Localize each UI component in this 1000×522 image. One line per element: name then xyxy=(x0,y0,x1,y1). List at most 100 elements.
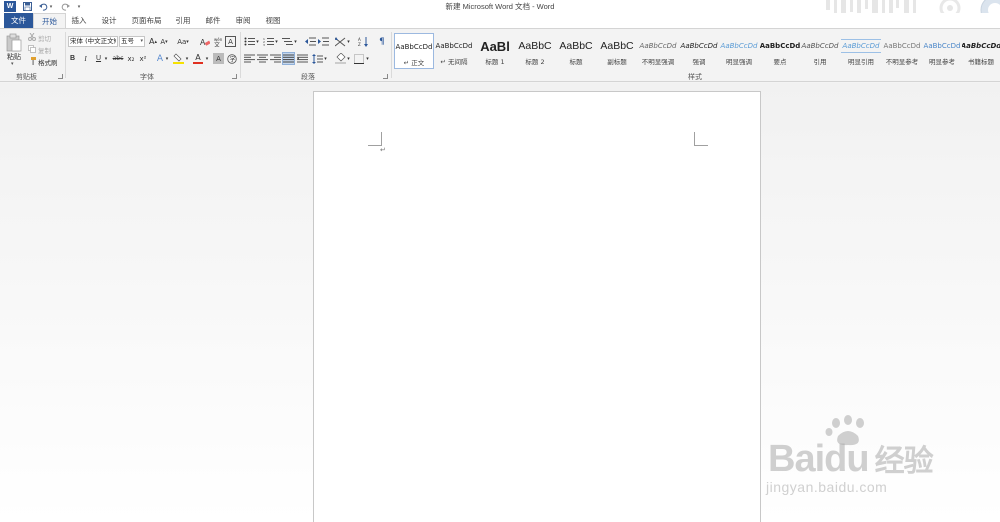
highlight-icon[interactable] xyxy=(172,53,184,64)
style-title[interactable]: AaBbC 标题 xyxy=(556,33,596,69)
style-book-title[interactable]: AaBbCcDd 书籍标题 xyxy=(962,33,1000,69)
format-painter-label[interactable]: 格式刷 xyxy=(38,57,58,67)
style-name: 书籍标题 xyxy=(968,58,994,66)
underline-dropdown-icon[interactable]: ▾ xyxy=(103,53,109,64)
numbering-icon[interactable]: 123 xyxy=(262,36,274,47)
clipboard-launcher-icon[interactable] xyxy=(58,74,63,79)
style-subtitle[interactable]: AaBbC 副标题 xyxy=(597,33,637,69)
style-heading-1[interactable]: AaBl 标题 1 xyxy=(475,33,515,69)
align-center-icon[interactable] xyxy=(256,53,268,64)
character-shading-icon[interactable]: A xyxy=(213,53,224,64)
change-case-icon: Aa xyxy=(177,37,187,46)
font-size-value: 五号 xyxy=(121,37,134,45)
tab-page-layout[interactable]: 页面布局 xyxy=(130,13,163,28)
margin-corner-mark xyxy=(694,132,708,146)
paste-label[interactable]: 粘贴 xyxy=(7,52,21,62)
tab-review[interactable]: 审阅 xyxy=(233,13,253,28)
watermark-url: jingyan.baidu.com xyxy=(766,479,888,495)
paste-icon[interactable] xyxy=(5,32,23,52)
style-heading-2[interactable]: AaBbC 标题 2 xyxy=(515,33,555,69)
change-case-button[interactable]: Aa ▾ xyxy=(174,36,192,47)
grow-font-button[interactable]: A ▴ xyxy=(148,36,158,47)
tab-design[interactable]: 设计 xyxy=(99,13,119,28)
style-sample: AaBbCcDd xyxy=(639,42,677,50)
style-intense-reference[interactable]: AaBbCcDd 明显参考 xyxy=(922,33,962,69)
font-name-select[interactable]: 宋体 (中文正文) ▾ xyxy=(68,36,118,47)
styles-group-label: 样式 xyxy=(688,73,702,81)
shrink-font-button[interactable]: A ▾ xyxy=(159,36,169,47)
text-effects-dropdown-icon[interactable]: ▾ xyxy=(164,53,170,64)
style-no-spacing[interactable]: AaBbCcDd ↵ 无间隔 xyxy=(434,33,474,69)
style-intense-emphasis[interactable]: AaBbCcDd 明显强调 xyxy=(719,33,759,69)
clear-formatting-icon[interactable]: A xyxy=(199,36,210,47)
style-name: ↵ 正文 xyxy=(403,59,425,67)
character-border-icon[interactable]: A xyxy=(225,36,236,47)
bullets-dropdown-icon[interactable]: ▾ xyxy=(255,36,260,47)
cut-label[interactable]: 剪切 xyxy=(38,33,51,43)
copy-label[interactable]: 复制 xyxy=(38,45,51,55)
chinese-layout-icon[interactable] xyxy=(334,36,346,47)
line-spacing-dropdown-icon[interactable]: ▾ xyxy=(323,53,328,64)
format-painter-icon[interactable] xyxy=(28,57,36,65)
paragraph-group-label: 段落 xyxy=(301,73,315,81)
numbering-dropdown-icon[interactable]: ▾ xyxy=(274,36,279,47)
bullets-icon[interactable] xyxy=(243,36,255,47)
font-launcher-icon[interactable] xyxy=(232,74,237,79)
watermark-brand-text-2: du xyxy=(824,438,869,480)
strikethrough-button[interactable]: abc xyxy=(111,53,125,64)
tab-references[interactable]: 引用 xyxy=(173,13,193,28)
show-hide-marks-icon[interactable]: ¶ xyxy=(376,36,388,47)
line-spacing-icon[interactable] xyxy=(311,53,323,64)
style-name: 标题 2 xyxy=(525,58,545,66)
style-subtle-emphasis[interactable]: AaBbCcDd 不明显强调 xyxy=(638,33,678,69)
style-emphasis[interactable]: AaBbCcDd 强调 xyxy=(679,33,719,69)
multilevel-list-icon[interactable] xyxy=(281,36,293,47)
phonetic-guide-icon[interactable]: wén 文 xyxy=(212,36,223,47)
font-color-dropdown-icon[interactable]: ▾ xyxy=(204,53,210,64)
style-name: 要点 xyxy=(773,58,787,66)
highlight-dropdown-icon[interactable]: ▾ xyxy=(184,53,190,64)
tab-file[interactable]: 文件 xyxy=(4,13,33,28)
distributed-icon[interactable] xyxy=(296,53,308,64)
chinese-layout-dropdown-icon[interactable]: ▾ xyxy=(346,36,351,47)
multilevel-dropdown-icon[interactable]: ▾ xyxy=(293,36,298,47)
borders-icon[interactable] xyxy=(353,53,365,64)
subscript-button[interactable]: x₂ xyxy=(126,53,136,64)
increase-indent-icon[interactable] xyxy=(317,36,329,47)
align-right-icon[interactable] xyxy=(269,53,281,64)
superscript-button[interactable]: x² xyxy=(138,53,148,64)
tab-insert[interactable]: 插入 xyxy=(70,13,88,28)
underline-button[interactable]: U xyxy=(94,53,103,64)
font-size-select[interactable]: 五号 ▾ xyxy=(119,36,145,47)
style-subtle-reference[interactable]: AaBbCcDd 不明显参考 xyxy=(882,33,922,69)
tab-view[interactable]: 视图 xyxy=(263,13,283,28)
style-sample: AaBbC xyxy=(518,40,552,52)
shading-dropdown-icon[interactable]: ▾ xyxy=(346,53,351,64)
svg-text:字: 字 xyxy=(229,55,235,63)
decrease-indent-icon[interactable] xyxy=(304,36,316,47)
style-name: 引用 xyxy=(813,58,827,66)
style-quote[interactable]: AaBbCcDd 引用 xyxy=(800,33,840,69)
justify-icon[interactable] xyxy=(282,52,295,65)
borders-dropdown-icon[interactable]: ▾ xyxy=(365,53,370,64)
chevron-down-icon: ▾ xyxy=(140,38,143,44)
cut-icon[interactable] xyxy=(28,33,36,41)
style-name: 副标题 xyxy=(607,58,627,66)
align-left-icon[interactable] xyxy=(243,53,255,64)
style-strong[interactable]: AaBbCcDd 要点 xyxy=(760,33,800,69)
shading-icon[interactable] xyxy=(334,53,346,64)
italic-button[interactable]: I xyxy=(81,53,90,64)
tab-mailings[interactable]: 邮件 xyxy=(203,13,223,28)
font-color-button[interactable]: A xyxy=(192,53,204,64)
sort-icon[interactable]: AZ xyxy=(357,36,369,47)
style-name: 明显强调 xyxy=(726,58,752,66)
enclose-characters-icon[interactable]: 字 xyxy=(226,53,237,64)
paragraph-launcher-icon[interactable] xyxy=(383,74,388,79)
document-page[interactable]: ↵ xyxy=(313,91,761,522)
style-intense-quote[interactable]: AaBbCcDd 明显引用 xyxy=(841,33,881,69)
tab-home[interactable]: 开始 xyxy=(33,13,66,29)
style-normal[interactable]: AaBbCcDd ↵ 正文 xyxy=(394,33,434,69)
paste-dropdown-icon[interactable]: ▾ xyxy=(11,61,14,67)
copy-icon[interactable] xyxy=(28,45,36,53)
bold-button[interactable]: B xyxy=(68,53,77,64)
